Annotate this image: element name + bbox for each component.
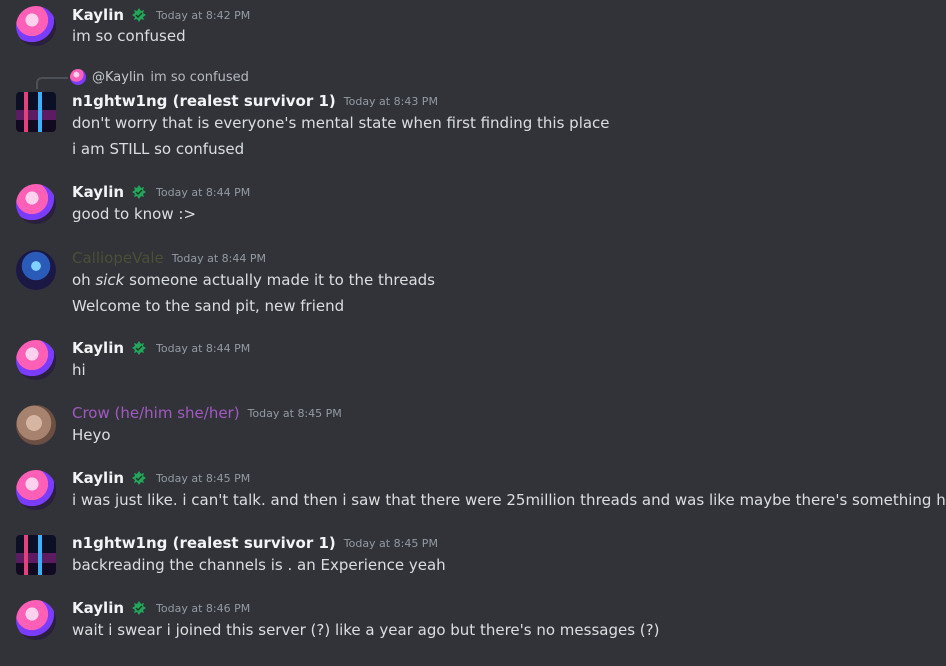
message-text: Heyo	[72, 426, 111, 444]
username[interactable]: n1ghtw1ng (realest survivor 1)	[72, 534, 336, 552]
username[interactable]: Kaylin	[72, 339, 124, 357]
message-text: i was just like. i can't talk. and then …	[72, 491, 946, 509]
timestamp: Today at 8:46 PM	[156, 601, 251, 615]
username[interactable]: Kaylin	[72, 599, 124, 617]
message-text-part: someone actually made it to the threads	[124, 271, 435, 289]
message-text-italic: sick	[95, 271, 125, 289]
timestamp: Today at 8:44 PM	[156, 185, 251, 199]
avatar[interactable]	[16, 340, 56, 380]
badge-icon[interactable]	[130, 470, 148, 486]
username[interactable]: CalliopeVale	[72, 249, 164, 267]
message-text: backreading the channels is . an Experie…	[72, 556, 446, 574]
username[interactable]: Kaylin	[72, 469, 124, 487]
username[interactable]: Crow (he/him she/her)	[72, 404, 240, 422]
message-text: wait i swear i joined this server (?) li…	[72, 621, 660, 639]
reply-spine	[36, 77, 68, 89]
reply-preview[interactable]: @Kaylin im so confused	[70, 69, 249, 85]
badge-icon[interactable]	[130, 7, 148, 23]
message-text: don't worry that is everyone's mental st…	[72, 114, 610, 132]
badge-icon[interactable]	[130, 600, 148, 616]
reply-avatar	[70, 69, 86, 85]
timestamp: Today at 8:44 PM	[171, 251, 266, 265]
avatar[interactable]	[16, 535, 56, 575]
timestamp: Today at 8:45 PM	[247, 406, 342, 420]
avatar[interactable]	[16, 470, 56, 510]
avatar[interactable]	[16, 184, 56, 224]
message-text: i am STILL so confused	[72, 140, 245, 158]
avatar[interactable]	[16, 250, 56, 290]
message-text: oh sick someone actually made it to the …	[72, 271, 435, 289]
timestamp: Today at 8:45 PM	[156, 471, 251, 485]
message-text-part: oh	[72, 271, 96, 289]
message-text: Welcome to the sand pit, new friend	[72, 297, 345, 315]
timestamp: Today at 8:42 PM	[156, 8, 251, 22]
message-text: hi	[72, 361, 86, 379]
avatar[interactable]	[16, 92, 56, 132]
message-text: im so confused	[72, 27, 186, 45]
timestamp: Today at 8:45 PM	[343, 536, 438, 550]
reply-author[interactable]: @Kaylin	[92, 70, 144, 85]
username[interactable]: n1ghtw1ng (realest survivor 1)	[72, 92, 336, 110]
timestamp: Today at 8:44 PM	[156, 341, 251, 355]
avatar[interactable]	[16, 405, 56, 445]
reply-text: im so confused	[150, 69, 249, 85]
username[interactable]: Kaylin	[72, 6, 124, 24]
avatar[interactable]	[16, 600, 56, 640]
timestamp: Today at 8:43 PM	[343, 94, 438, 108]
username[interactable]: Kaylin	[72, 183, 124, 201]
avatar[interactable]	[16, 6, 56, 46]
badge-icon[interactable]	[130, 184, 148, 200]
message-text: good to know :>	[72, 205, 197, 223]
badge-icon[interactable]	[130, 340, 148, 356]
